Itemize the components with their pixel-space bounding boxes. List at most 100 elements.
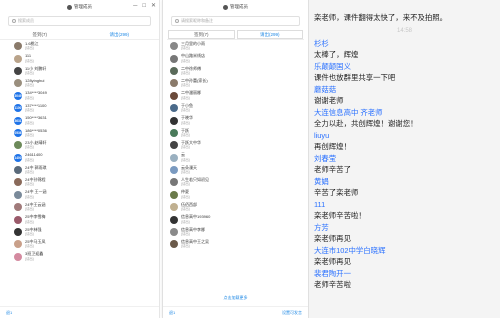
avatar xyxy=(170,228,178,237)
chat-sender-name[interactable]: 蘑菇菇 xyxy=(314,85,336,95)
avatar xyxy=(170,166,178,175)
maximize-icon[interactable]: □ xyxy=(142,3,146,10)
member-row[interactable]: 1400 24611400 (请出) xyxy=(14,152,159,164)
member-row[interactable]: 25中马玉凤 (请出) xyxy=(14,238,159,250)
member-row[interactable]: 仲夏 (请出) xyxy=(170,189,308,201)
search-placeholder: 请搜索昵称和备注 xyxy=(181,18,213,23)
member-row[interactable]: 于跃 (请出) xyxy=(170,127,308,139)
chat-sender-name[interactable]: 111 xyxy=(314,200,325,210)
tab-signin[interactable]: 签到(7) xyxy=(168,30,235,39)
avatar xyxy=(170,128,178,137)
member-info: 伍佰西部 (请出) xyxy=(181,202,197,212)
member-info: 24中王云涵 (请出) xyxy=(25,202,45,212)
member-row[interactable]: 1100 137****1100 (请出) xyxy=(14,102,159,114)
member-info: 111 (请出) xyxy=(25,53,34,63)
chat-sender-name[interactable]: liuyu xyxy=(314,131,329,141)
chat-sender-name[interactable]: 刘春莹 xyxy=(314,154,336,164)
member-info: 137****1100 (请出) xyxy=(25,103,47,113)
search-input[interactable]: 请搜索昵称和备注 xyxy=(171,16,300,26)
member-row[interactable]: 二中孙蕾(家长) (请出) xyxy=(170,77,308,89)
member-row[interactable]: 云 (请出) xyxy=(170,152,308,164)
member-row[interactable]: 二中潘丽娜 (请出) xyxy=(170,90,308,102)
member-status: (请出) xyxy=(181,108,190,113)
member-status: (请出) xyxy=(25,170,34,175)
member-status: (请出) xyxy=(181,83,190,88)
member-row[interactable]: 23小 赵晴轩 (请出) xyxy=(14,139,159,151)
tab-removed[interactable]: 请出(299) xyxy=(236,30,303,39)
minimize-icon[interactable]: ─ xyxy=(133,3,137,10)
load-more-link[interactable]: 点击加载更多 xyxy=(163,295,308,301)
window-title: 管理成员 xyxy=(230,4,248,9)
timestamp: 14:58 xyxy=(396,28,412,34)
member-info: 134****3049 (请出) xyxy=(25,90,47,100)
member-row[interactable]: 信息高中王之吴 (请出) xyxy=(170,238,308,250)
member-row[interactable]: 24中王云涵 (请出) xyxy=(14,201,159,213)
chat-sender-name[interactable]: 大连市102中学白晓辉 xyxy=(314,246,385,256)
member-row[interactable]: 于小鱼 (请出) xyxy=(170,102,308,114)
member-info: 128yinghui (请出) xyxy=(25,78,44,88)
tab-signin[interactable]: 签到(7) xyxy=(0,30,80,39)
member-row[interactable]: 中山路米线店 (请出) xyxy=(170,52,308,64)
member-row[interactable]: 24中孙锦程 (请出) xyxy=(14,176,159,188)
member-info: 仲夏 (请出) xyxy=(181,190,190,199)
chat-sender-name[interactable]: 乐颠颠国义 xyxy=(314,62,351,72)
member-status: (请出) xyxy=(181,207,190,212)
member-row[interactable]: 伍佰西部 (请出) xyxy=(170,201,308,213)
member-row[interactable]: 于晓华 (请出) xyxy=(170,114,308,126)
chat-message-text: 老师辛苦啦 xyxy=(314,280,351,289)
member-row[interactable]: 二中徐师傅 (请出) xyxy=(170,65,308,77)
avatar xyxy=(170,153,178,162)
chat-message-text: 课件也放群里共享一下吧 xyxy=(314,73,396,82)
member-row[interactable]: 24中 郭雨琪 (请出) xyxy=(14,164,159,176)
window-title: 管理成员 xyxy=(74,4,92,9)
member-row[interactable]: 128yinghui (请出) xyxy=(14,77,159,89)
member-status: (请出) xyxy=(181,95,190,100)
member-row[interactable]: 11小 刘鹏轩 (请出) xyxy=(14,65,159,77)
member-status: (请出) xyxy=(181,244,190,249)
member-info: 24中 郭雨琪 (请出) xyxy=(25,165,47,175)
chat-sender-name[interactable]: 方芳 xyxy=(314,223,329,233)
member-row[interactable]: 云朵漫天 (请出) xyxy=(170,164,308,176)
member-row[interactable]: 1.6桃江 (请出) xyxy=(14,40,159,52)
member-row[interactable]: 信息高中李娜 (请出) xyxy=(170,226,308,238)
member-row[interactable]: 于跃大中华 (请出) xyxy=(170,139,308,151)
member-list: 三月里的小雨 (请出) 中山路米线店 (请出) 二中徐师傅 (请出) 二中孙蕾(家长) (请出… xyxy=(163,40,308,251)
member-row[interactable]: 人生若只如初见 (请出) xyxy=(170,176,308,188)
member-row[interactable]: 3049 134****3049 (请出) xyxy=(14,90,159,102)
chat-sender-name[interactable]: 黄娟 xyxy=(314,177,329,187)
member-row[interactable]: 111 (请出) xyxy=(14,52,159,64)
member-row[interactable]: 3631 150****3631 (请出) xyxy=(14,114,159,126)
search-input[interactable]: 搜索成员 xyxy=(8,16,151,26)
member-status: (请出) xyxy=(25,120,34,125)
avatar xyxy=(14,203,22,212)
member-row[interactable]: 三月里的小雨 (请出) xyxy=(170,40,308,52)
member-status: (请出) xyxy=(25,132,34,137)
avatar xyxy=(14,252,22,261)
member-info: 1.6桃江 (请出) xyxy=(25,41,39,51)
footer-left-link[interactable]: 退1 xyxy=(6,310,12,316)
member-row[interactable]: 信息高中193960 (请出) xyxy=(170,213,308,225)
avatar xyxy=(14,240,22,249)
chat-message-text: 栾老师再见 xyxy=(314,257,351,266)
chat-sender-name[interactable]: 裴君陶开一 xyxy=(314,269,351,279)
chat-sender-name[interactable]: 杉杉 xyxy=(314,39,329,49)
screen: 管理成员 ─ □ ✕ 搜索成员 签到(7) 请出(299) 1.6桃江 (请出) 1… xyxy=(0,0,500,318)
member-manager-window-2: 管理成员 请搜索昵称和备注 签到(7) 请出(299) 三月里的小雨 (请出) 中山… xyxy=(162,0,309,318)
avatar xyxy=(170,104,178,113)
close-icon[interactable]: ✕ xyxy=(151,3,156,10)
avatar xyxy=(14,178,22,187)
allow-speak-button[interactable]: 设置可发言 xyxy=(282,310,302,316)
tab-bar: 签到(7) 请出(299) xyxy=(0,30,159,40)
member-row[interactable]: 25中林强 (请出) xyxy=(14,226,159,238)
member-info: 23小 赵晴轩 (请出) xyxy=(25,140,47,150)
member-info: 11小 刘鹏轩 (请出) xyxy=(25,66,46,76)
footer-left-link[interactable]: 退1 xyxy=(169,310,175,316)
chat-sender-name[interactable]: 大连信息高中 齐老师 xyxy=(314,108,383,118)
member-row[interactable]: 25中李雪梅 (请出) xyxy=(14,213,159,225)
member-status: (请出) xyxy=(181,170,190,175)
member-row[interactable]: 3班卫迎鑫 (请出) xyxy=(14,251,159,263)
member-row[interactable]: 0536 186****0536 (请出) xyxy=(14,127,159,139)
tab-removed[interactable]: 请出(299) xyxy=(80,30,160,39)
member-row[interactable]: 24中 王一涵 (请出) xyxy=(14,189,159,201)
avatar xyxy=(14,141,22,150)
